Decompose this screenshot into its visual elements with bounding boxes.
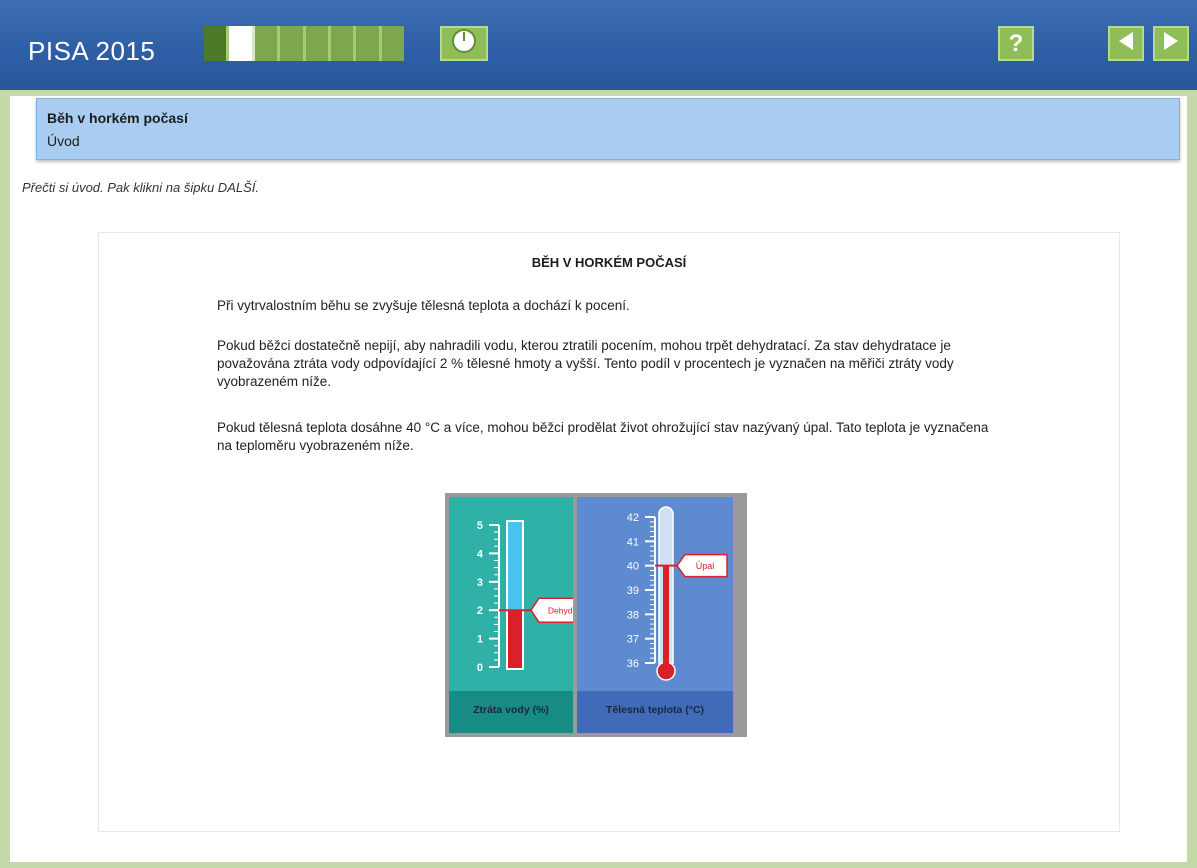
arrow-left-icon [1116,30,1136,57]
progress-segment-3 [254,26,281,61]
timer-button[interactable] [440,26,488,61]
progress-segment-2 [229,26,255,61]
help-button[interactable]: ? [998,26,1034,61]
instruction-text: Přečti si úvod. Pak klikni na šipku DALŠ… [22,180,259,195]
water-loss-panel: 0 1 2 3 4 5 Dehydratace Ztráta vody (%) [449,497,608,733]
water-tick-label: 0 [477,662,483,674]
thermometer-tick-label: 37 [627,634,639,646]
body-temperature-label: Tělesná teplota (°C) [605,704,705,716]
app-title: PISA 2015 [28,36,156,66]
body-temperature-label-bar: Tělesná teplota (°C) [577,691,733,733]
progress-indicator [204,26,404,61]
thermometer-tick-label: 39 [627,585,639,597]
water-tick-label: 5 [477,520,483,532]
stimulus-panel: BĚH V HORKÉM POČASÍ Při vytrvalostním bě… [98,232,1120,832]
progress-segment-4 [280,26,306,61]
water-loss-label: Ztráta vody (%) [473,704,549,716]
water-tick-label: 2 [477,605,483,617]
gauges-figure: 0 1 2 3 4 5 Dehydratace Ztráta vody (%) 36 37 38… [445,493,747,737]
progress-segment-5 [305,26,331,61]
thermometer-gauge: 36 37 38 39 40 41 42 Úpal [627,506,728,681]
help-icon: ? [1008,29,1024,57]
thermometer-tick-label: 41 [627,536,639,548]
unit-title: Běh v horkém počasí [47,110,188,126]
unit-header: Běh v horkém počasí Úvod [36,98,1180,160]
water-loss-label-bar: Ztráta vody (%) [449,691,573,733]
water-tick-label: 4 [477,548,484,560]
top-bar: PISA 2015 ? [0,0,1197,90]
dehydration-callout-label: Dehydratace [548,606,573,616]
progress-segment-6 [330,26,357,61]
previous-button[interactable] [1108,26,1144,61]
heatstroke-callout-label: Úpal [696,561,715,571]
thermometer-tick-label: 40 [627,561,639,573]
water-tick-label: 1 [477,634,483,646]
paragraph-2: Pokud běžci dostatečně nepijí, aby nahra… [217,338,954,389]
thermometer-fill [663,565,669,667]
water-fill-bar [508,610,522,668]
next-button[interactable] [1153,26,1189,61]
thermometer-tick-label: 42 [627,512,639,524]
water-tick-label: 3 [477,577,483,589]
unit-subtitle: Úvod [47,133,80,149]
body-temperature-panel: 36 37 38 39 40 41 42 Úpal Tělesná teplota (°C) [577,497,733,733]
water-loss-gauge: 0 1 2 3 4 5 Dehydratace [477,520,608,674]
paragraph-3: Pokud tělesná teplota dosáhne 40 °C a ví… [217,420,989,453]
paragraph-1: Při vytrvalostním běhu se zvyšuje tělesn… [217,298,630,313]
progress-segment-1 [204,26,230,61]
stimulus-heading: BĚH V HORKÉM POČASÍ [531,255,687,270]
progress-segment-8 [381,26,404,61]
clock-icon [451,28,477,59]
thermometer-tick-label: 38 [627,609,639,621]
thermometer-tick-label: 36 [627,658,639,670]
arrow-right-icon [1161,30,1181,57]
progress-segment-7 [356,26,382,61]
